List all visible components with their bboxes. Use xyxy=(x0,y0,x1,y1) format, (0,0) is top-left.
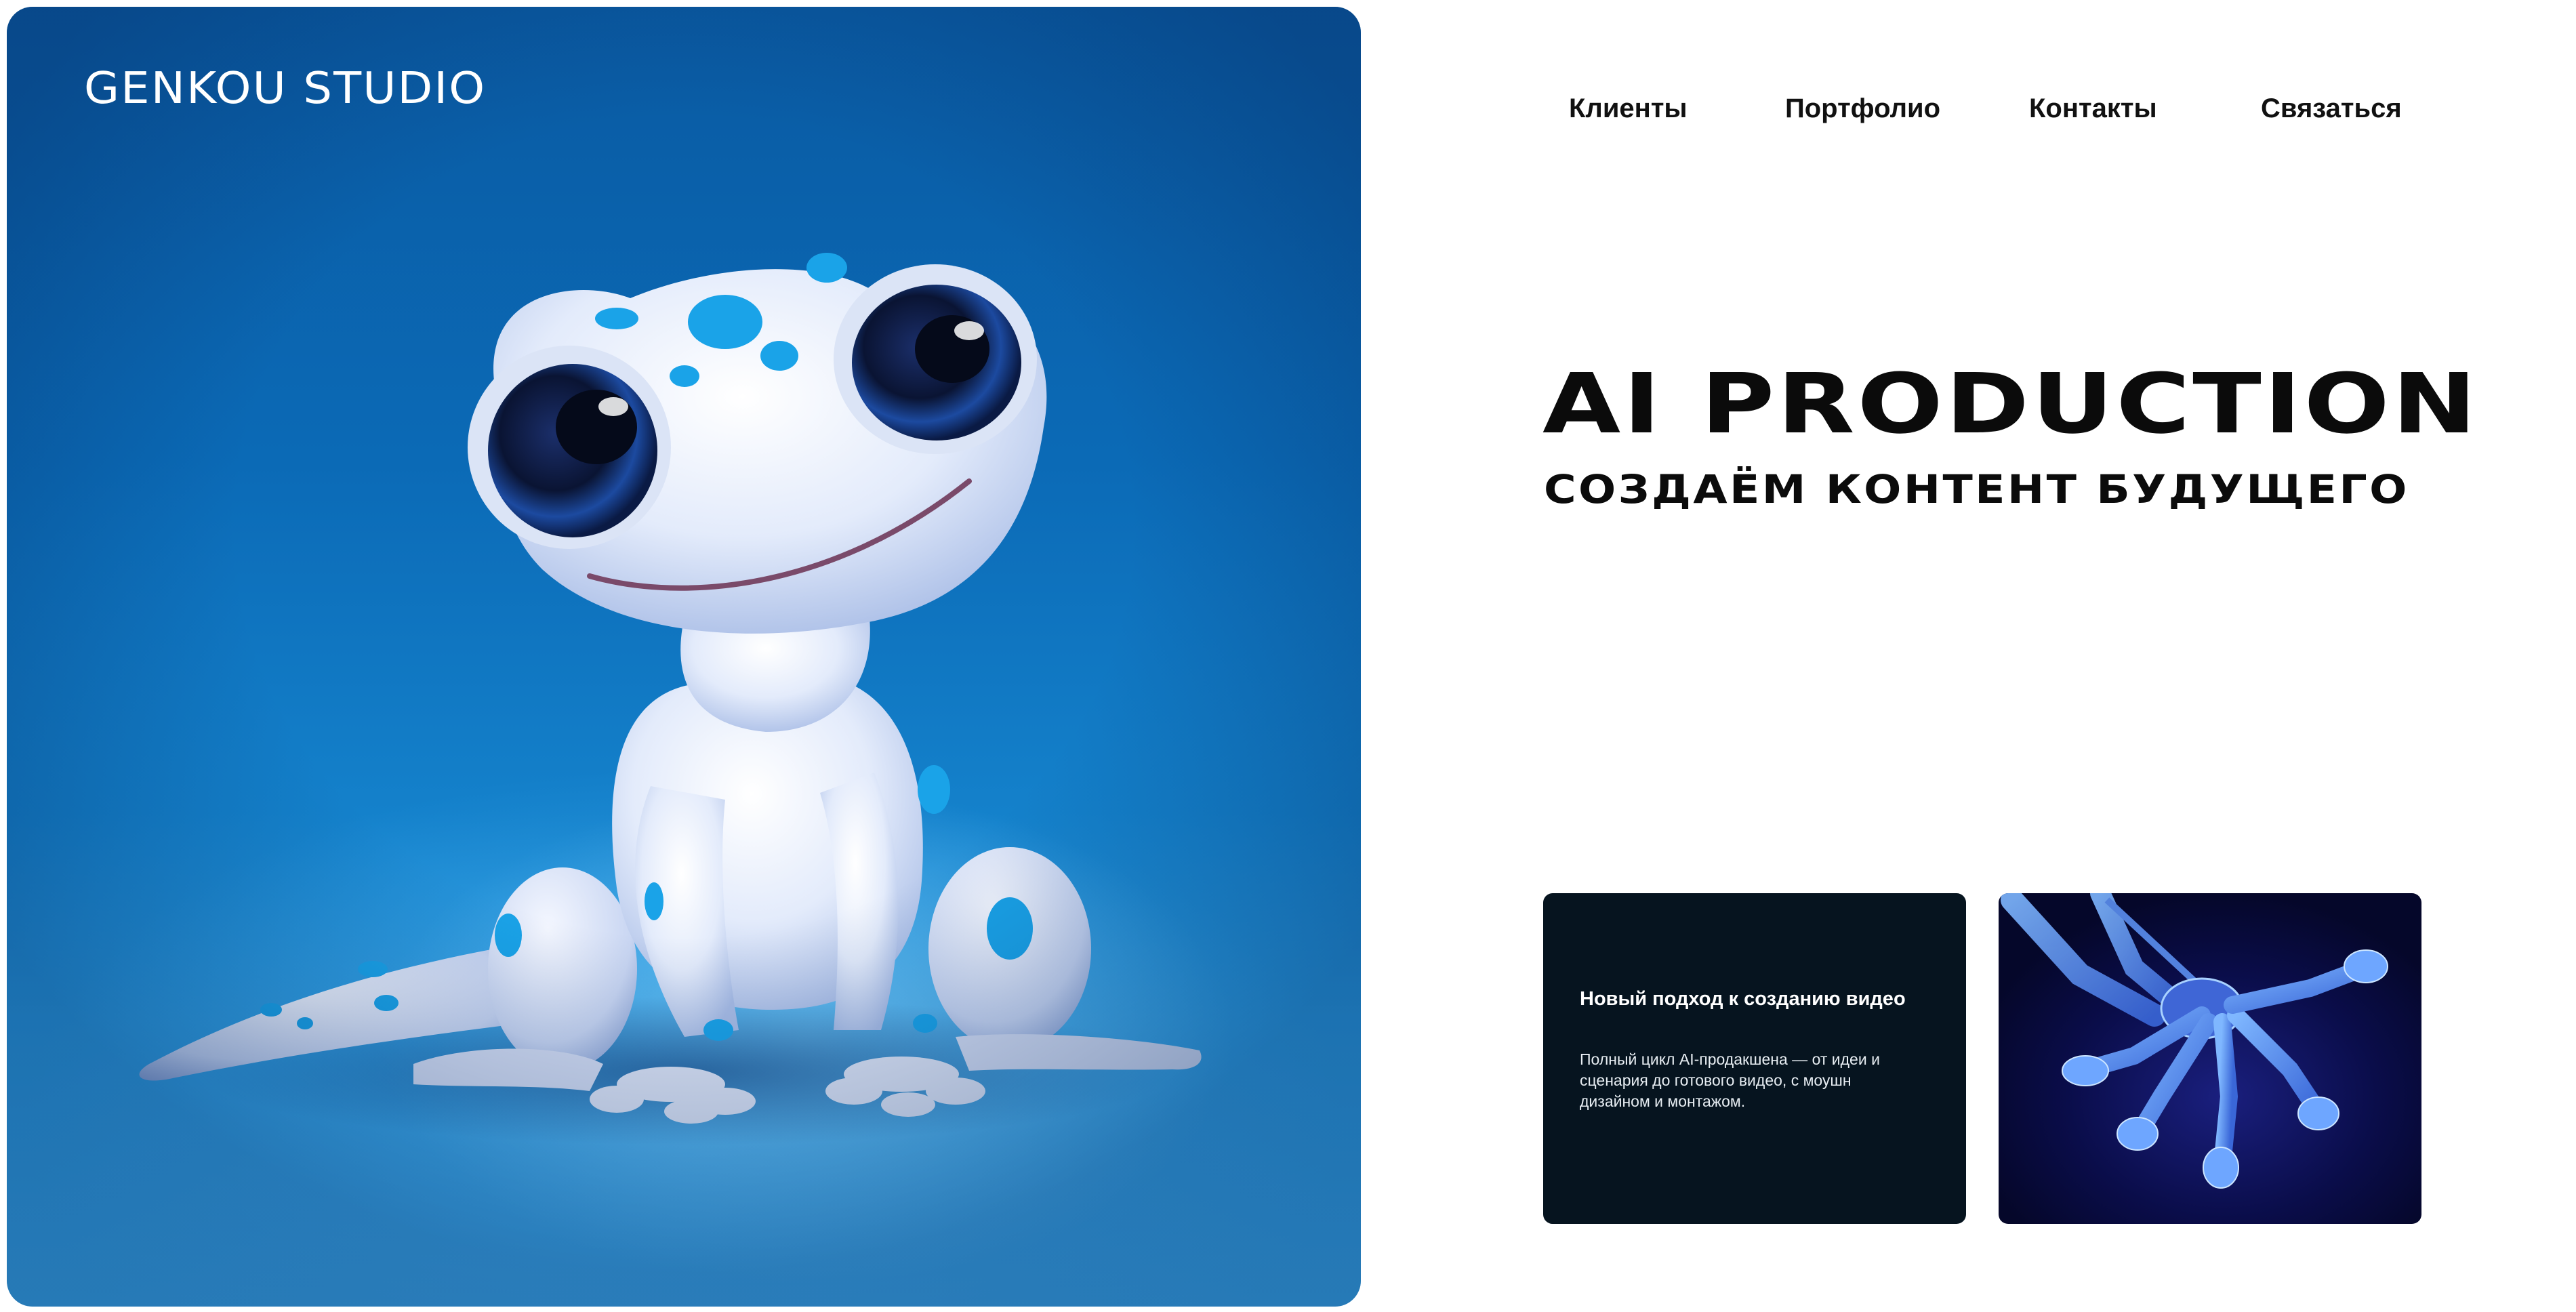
hero-image-panel: GENKOU STUDIO xyxy=(7,7,1361,1307)
nav-item-clients[interactable]: Клиенты xyxy=(1569,94,1688,124)
feature-card-text: Полный цикл AI-продакшена — от идеи и сц… xyxy=(1580,1050,1880,1110)
hero-subtitle: СОЗДАЁМ КОНТЕНТ БУДУЩЕГО xyxy=(1544,466,2409,512)
gecko-foot-xray-image xyxy=(2001,893,2388,1189)
main-nav: Клиенты Портфолио Контакты Связаться xyxy=(0,94,2576,134)
hero-title: AI PRODUCTION xyxy=(1542,356,2479,452)
hero-vignette xyxy=(7,7,1361,1307)
feature-card-title: Новый подход к созданию видео xyxy=(1580,988,1906,1010)
feature-card[interactable]: Новый подход к созданию видео Полный цик… xyxy=(1543,893,1966,1224)
nav-item-portfolio[interactable]: Портфолио xyxy=(1785,94,1940,124)
nav-item-contacts[interactable]: Контакты xyxy=(2029,94,2157,124)
gecko-foot-image-card[interactable] xyxy=(1999,893,2421,1224)
nav-item-contact-us[interactable]: Связаться xyxy=(2261,94,2402,124)
landing-page: GENKOU STUDIO Клиенты Портфолио Контакты… xyxy=(0,0,2576,1312)
